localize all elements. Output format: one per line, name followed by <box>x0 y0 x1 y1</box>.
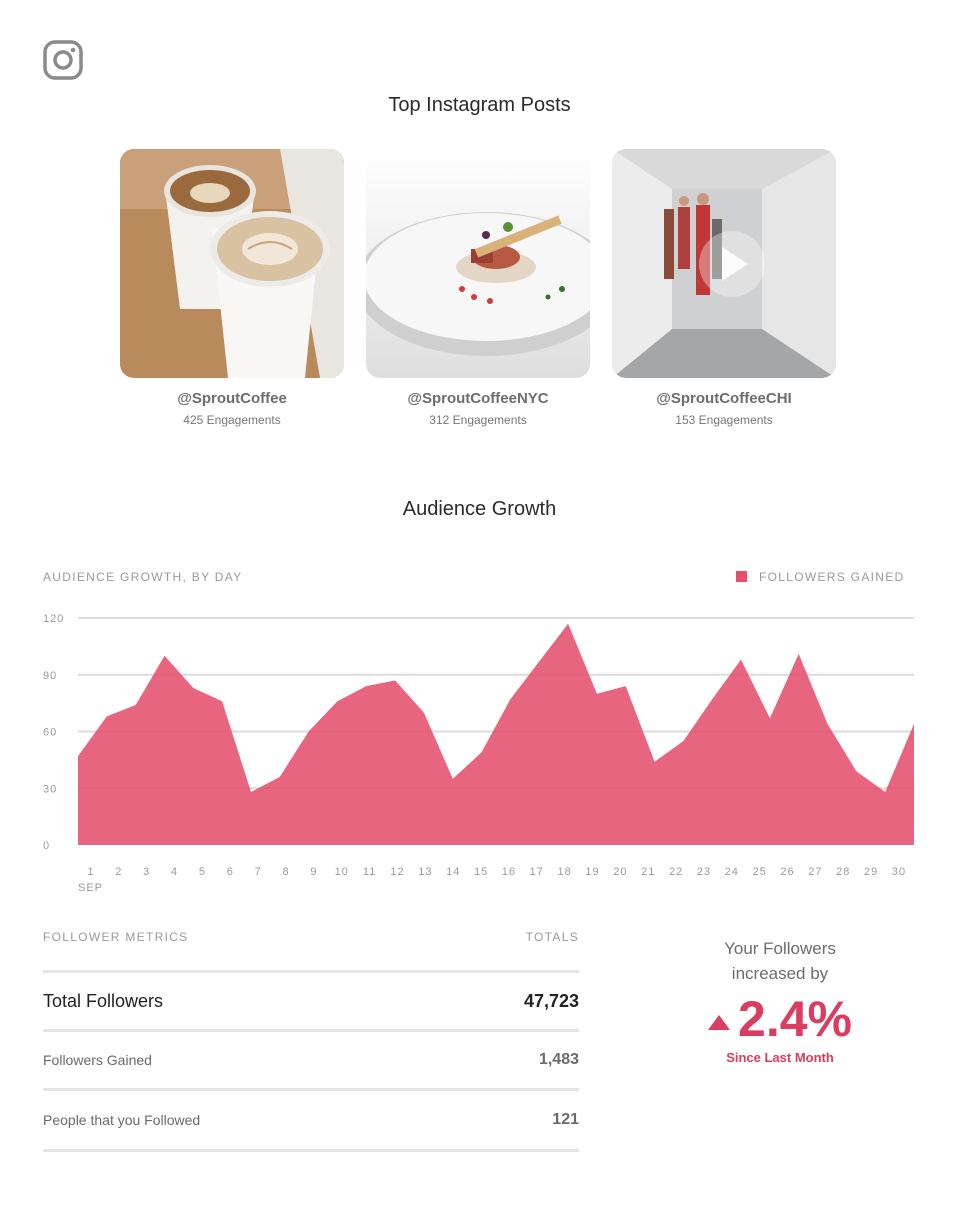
metrics-header-totals: TOTALS <box>525 930 579 944</box>
metric-value: 47,723 <box>523 990 579 1011</box>
x-tick-label: 7 <box>255 866 262 878</box>
x-tick-label: 12 <box>390 866 404 878</box>
metrics-header: FOLLOWER METRICS TOTALS <box>43 930 579 973</box>
x-tick-label: 3 <box>143 866 150 878</box>
post-handle[interactable]: @SproutCoffee <box>120 390 344 407</box>
audience-growth-title: Audience Growth <box>402 498 557 520</box>
y-tick-label: 60 <box>43 727 57 739</box>
x-tick-label: 26 <box>780 866 794 878</box>
x-tick-label: 6 <box>227 866 234 878</box>
growth-percent-row: 2.4% <box>660 994 900 1044</box>
metric-value: 1,483 <box>538 1051 579 1068</box>
plated-dish-photo[interactable] <box>366 149 590 378</box>
x-tick-label: 14 <box>446 866 460 878</box>
metrics-row-total-followers: Total Followers 47,723 <box>43 973 579 1032</box>
y-tick-label: 0 <box>43 840 50 852</box>
x-tick-label: 29 <box>864 866 878 878</box>
x-tick-label: 10 <box>335 866 349 878</box>
metric-label: People that you Followed <box>43 1112 201 1128</box>
up-arrow-icon <box>708 1014 731 1030</box>
post-card[interactable]: @SproutCoffeeCHI 153 Engagements <box>612 149 836 427</box>
legend-label: FOLLOWERS GAINED <box>759 570 905 584</box>
x-tick-label: 23 <box>697 866 711 878</box>
metrics-row-followers-gained: Followers Gained 1,483 <box>43 1032 579 1091</box>
chart-title: AUDIENCE GROWTH, BY DAY <box>43 570 243 584</box>
x-tick-label: 20 <box>613 866 627 878</box>
post-handle[interactable]: @SproutCoffeeNYC <box>366 390 590 407</box>
x-tick-label: 21 <box>641 866 655 878</box>
post-engagements: 425 Engagements <box>183 413 281 427</box>
latte-cups-photo[interactable] <box>120 149 344 378</box>
post-handle[interactable]: @SproutCoffeeCHI <box>612 390 836 407</box>
post-engagements: 312 Engagements <box>429 413 527 427</box>
followers-gained-area <box>78 623 914 845</box>
x-tick-label: 11 <box>363 866 376 878</box>
follower-growth-summary: Your Followers increased by 2.4% Since L… <box>660 936 900 1065</box>
x-tick-label: 24 <box>725 866 739 878</box>
office-hallway-video[interactable] <box>612 149 836 378</box>
top-posts-grid: @SproutCoffee 425 Engagements @SproutCof… <box>120 149 836 439</box>
y-tick-label: 30 <box>43 783 57 795</box>
x-tick-label: 9 <box>310 866 317 878</box>
x-tick-label: 25 <box>753 866 767 878</box>
x-tick-label: 28 <box>836 866 850 878</box>
growth-percent: 2.4% <box>738 991 852 1047</box>
top-posts-title: Top Instagram Posts <box>388 94 571 116</box>
x-tick-label: 22 <box>669 866 683 878</box>
legend-swatch <box>736 571 747 582</box>
growth-since-label: Since Last Month <box>726 1050 834 1065</box>
audience-growth-chart: 03060901201 2 3 4 5 6 7 8 9 10 11 12 13 14 15 16 17 18 19 2… <box>43 613 915 894</box>
metrics-header-label: FOLLOWER METRICS <box>43 930 189 944</box>
metric-label: Total Followers <box>43 990 164 1011</box>
growth-line-2: increased by <box>731 964 829 983</box>
growth-line-1: Your Followers <box>724 939 836 958</box>
x-tick-label: 30 <box>892 866 906 878</box>
post-engagements: 153 Engagements <box>675 413 773 427</box>
metric-label: Followers Gained <box>43 1052 152 1068</box>
x-tick-label: 1 <box>87 866 94 878</box>
x-tick-label: 8 <box>282 866 289 878</box>
post-card[interactable]: @SproutCoffee 425 Engagements <box>120 149 344 427</box>
x-tick-label: 4 <box>171 866 178 878</box>
y-tick-label: 120 <box>43 613 64 625</box>
x-tick-label: 16 <box>502 866 516 878</box>
follower-metrics-table: FOLLOWER METRICS TOTALS Total Followers … <box>43 930 579 1152</box>
y-tick-label: 90 <box>43 670 57 682</box>
post-card[interactable]: @SproutCoffeeNYC 312 Engagements <box>366 149 590 427</box>
x-tick-label: 18 <box>558 866 572 878</box>
metric-value: 121 <box>552 1111 579 1128</box>
x-axis-month-label: SEP <box>78 882 103 894</box>
x-tick-label: 2 <box>115 866 122 878</box>
x-tick-label: 13 <box>418 866 432 878</box>
x-tick-label: 27 <box>808 866 822 878</box>
x-tick-label: 15 <box>474 866 488 878</box>
x-tick-label: 5 <box>199 866 206 878</box>
metrics-row-people-followed: People that you Followed 121 <box>43 1091 579 1152</box>
x-tick-label: 17 <box>530 866 544 878</box>
instagram-icon <box>43 40 83 80</box>
x-tick-label: 19 <box>585 866 599 878</box>
